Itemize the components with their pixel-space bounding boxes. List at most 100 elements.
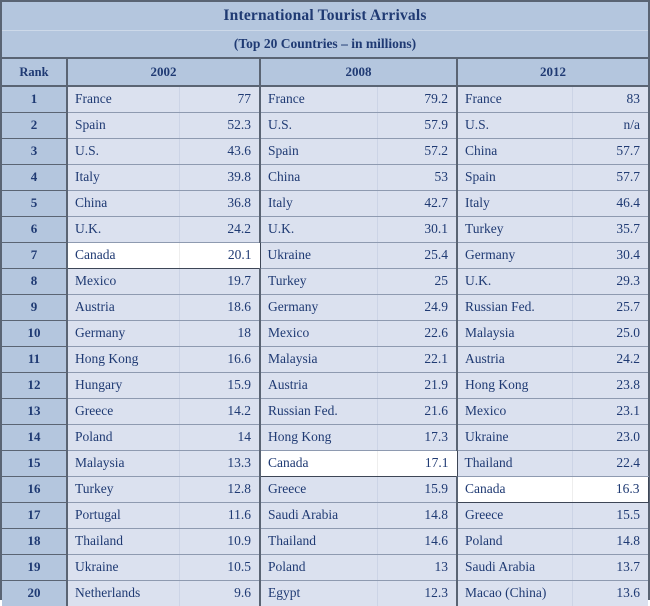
country-cell-2008: U.S. bbox=[260, 112, 378, 139]
country-cell-2012: China bbox=[457, 138, 573, 165]
country-cell-2008: China bbox=[260, 164, 378, 191]
value-cell-2012: 25.7 bbox=[572, 294, 649, 321]
country-cell-2008: Turkey bbox=[260, 268, 378, 295]
table-row: 9 Austria 18.6 Germany 24.9 Russian Fed. 25.7 bbox=[2, 294, 649, 321]
country-cell-2012: U.S. bbox=[457, 112, 573, 139]
table-row: 3 U.S. 43.6 Spain 57.2 China 57.7 bbox=[2, 138, 649, 165]
value-cell-2002: 18.6 bbox=[179, 294, 261, 321]
rank-cell: 12 bbox=[2, 372, 68, 399]
country-cell-2002: Canada bbox=[66, 241, 180, 269]
value-cell-2008: 79.2 bbox=[377, 86, 458, 113]
rank-cell: 13 bbox=[2, 398, 68, 425]
value-cell-2008: 17.3 bbox=[377, 424, 458, 451]
country-cell-2002: China bbox=[67, 190, 180, 217]
rank-cell: 10 bbox=[2, 320, 68, 347]
value-cell-2008: 14.8 bbox=[377, 502, 458, 529]
value-cell-2012: 15.5 bbox=[572, 502, 649, 529]
table-row: 8 Mexico 19.7 Turkey 25 U.K. 29.3 bbox=[2, 268, 649, 295]
country-cell-2002: Austria bbox=[67, 294, 180, 321]
value-cell-2002: 19.7 bbox=[179, 268, 261, 295]
country-cell-2002: Italy bbox=[67, 164, 180, 191]
value-cell-2002: 39.8 bbox=[179, 164, 261, 191]
table-row: 15 Malaysia 13.3 Canada 17.1 Thailand 22.4 bbox=[2, 449, 649, 477]
table-row: 18 Thailand 10.9 Thailand 14.6 Poland 14.8 bbox=[2, 528, 649, 555]
country-cell-2012: Thailand bbox=[457, 450, 573, 477]
country-cell-2002: Malaysia bbox=[67, 450, 180, 477]
column-header-row: Rank 2002 2008 2012 bbox=[2, 58, 649, 87]
table-subtitle-row: (Top 20 Countries – in millions) bbox=[2, 30, 649, 59]
country-cell-2002: France bbox=[67, 86, 180, 113]
country-cell-2008: Austria bbox=[260, 372, 378, 399]
country-cell-2012: Malaysia bbox=[457, 320, 573, 347]
table-row: 12 Hungary 15.9 Austria 21.9 Hong Kong 23.8 bbox=[2, 372, 649, 399]
value-cell-2008: 57.2 bbox=[377, 138, 458, 165]
country-cell-2012: Austria bbox=[457, 346, 573, 373]
value-cell-2002: 14.2 bbox=[179, 398, 261, 425]
country-cell-2012: Turkey bbox=[457, 216, 573, 243]
value-cell-2002: 52.3 bbox=[179, 112, 261, 139]
value-cell-2012: n/a bbox=[572, 112, 649, 139]
country-cell-2012: Germany bbox=[457, 242, 573, 269]
country-cell-2002: Turkey bbox=[67, 476, 180, 503]
column-header-2008: 2008 bbox=[260, 58, 458, 87]
value-cell-2012: 22.4 bbox=[572, 450, 649, 477]
country-cell-2012: Italy bbox=[457, 190, 573, 217]
rank-cell: 7 bbox=[2, 242, 68, 269]
column-header-rank: Rank bbox=[2, 58, 68, 87]
table-row: 16 Turkey 12.8 Greece 15.9 Canada 16.3 bbox=[2, 475, 649, 503]
column-header-2012: 2012 bbox=[457, 58, 649, 87]
value-cell-2002: 43.6 bbox=[179, 138, 261, 165]
value-cell-2008: 25.4 bbox=[377, 242, 458, 269]
country-cell-2012: Spain bbox=[457, 164, 573, 191]
value-cell-2008: 17.1 bbox=[377, 449, 458, 477]
country-cell-2002: Ukraine bbox=[67, 554, 180, 581]
value-cell-2008: 21.9 bbox=[377, 372, 458, 399]
value-cell-2002: 20.1 bbox=[179, 241, 261, 269]
country-cell-2012: Russian Fed. bbox=[457, 294, 573, 321]
value-cell-2012: 24.2 bbox=[572, 346, 649, 373]
country-cell-2008: Poland bbox=[260, 554, 378, 581]
table-row: 13 Greece 14.2 Russian Fed. 21.6 Mexico 23.1 bbox=[2, 398, 649, 425]
country-cell-2008: Greece bbox=[260, 476, 378, 503]
value-cell-2012: 23.0 bbox=[572, 424, 649, 451]
rank-cell: 3 bbox=[2, 138, 68, 165]
tourist-arrivals-table: International Tourist Arrivals (Top 20 C… bbox=[2, 2, 649, 606]
country-cell-2008: Canada bbox=[259, 449, 378, 477]
rank-cell: 9 bbox=[2, 294, 68, 321]
rank-cell: 1 bbox=[2, 86, 68, 113]
value-cell-2002: 13.3 bbox=[179, 450, 261, 477]
column-header-2002: 2002 bbox=[67, 58, 261, 87]
country-cell-2008: U.K. bbox=[260, 216, 378, 243]
country-cell-2008: Hong Kong bbox=[260, 424, 378, 451]
country-cell-2002: Thailand bbox=[67, 528, 180, 555]
value-cell-2008: 53 bbox=[377, 164, 458, 191]
rank-cell: 19 bbox=[2, 554, 68, 581]
value-cell-2012: 25.0 bbox=[572, 320, 649, 347]
value-cell-2008: 57.9 bbox=[377, 112, 458, 139]
country-cell-2002: Portugal bbox=[67, 502, 180, 529]
table-row: 20 Netherlands 9.6 Egypt 12.3 Macao (China) 13… bbox=[2, 580, 649, 606]
rank-cell: 2 bbox=[2, 112, 68, 139]
table-row: 19 Ukraine 10.5 Poland 13 Saudi Arabia 13.7 bbox=[2, 554, 649, 581]
country-cell-2008: Saudi Arabia bbox=[260, 502, 378, 529]
country-cell-2002: Hungary bbox=[67, 372, 180, 399]
rank-cell: 18 bbox=[2, 528, 68, 555]
table-row: 5 China 36.8 Italy 42.7 Italy 46.4 bbox=[2, 190, 649, 217]
value-cell-2002: 77 bbox=[179, 86, 261, 113]
table-row: 10 Germany 18 Mexico 22.6 Malaysia 25.0 bbox=[2, 320, 649, 347]
country-cell-2008: France bbox=[260, 86, 378, 113]
rank-cell: 17 bbox=[2, 502, 68, 529]
rank-cell: 14 bbox=[2, 424, 68, 451]
country-cell-2008: Spain bbox=[260, 138, 378, 165]
value-cell-2012: 83 bbox=[572, 86, 649, 113]
country-cell-2008: Ukraine bbox=[260, 242, 378, 269]
value-cell-2012: 35.7 bbox=[572, 216, 649, 243]
value-cell-2002: 10.9 bbox=[179, 528, 261, 555]
country-cell-2008: Mexico bbox=[260, 320, 378, 347]
value-cell-2012: 57.7 bbox=[572, 138, 649, 165]
country-cell-2012: Hong Kong bbox=[457, 372, 573, 399]
country-cell-2008: Thailand bbox=[260, 528, 378, 555]
value-cell-2012: 57.7 bbox=[572, 164, 649, 191]
country-cell-2002: Germany bbox=[67, 320, 180, 347]
country-cell-2002: Netherlands bbox=[67, 580, 180, 606]
